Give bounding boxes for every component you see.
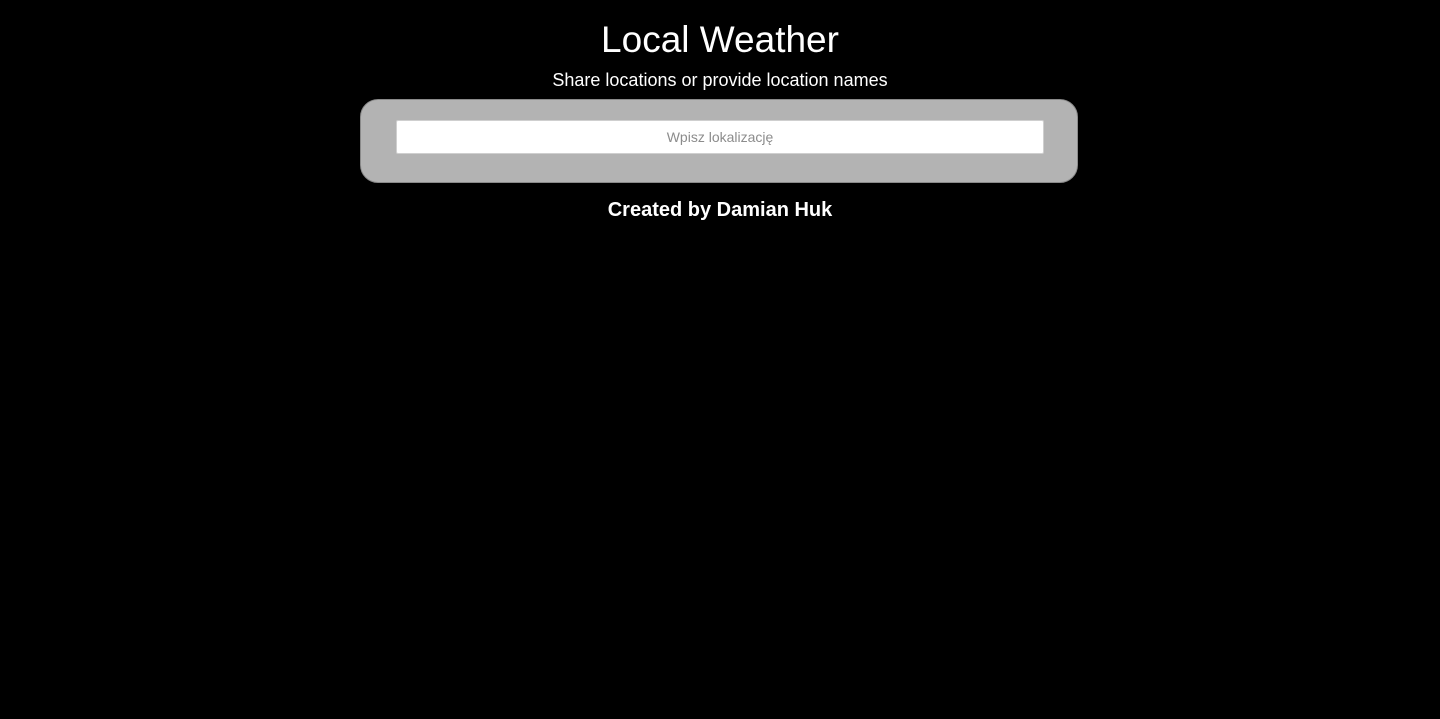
- page: Local Weather Share locations or provide…: [0, 0, 1440, 719]
- page-subtitle: Share locations or provide location name…: [552, 70, 888, 90]
- search-panel: [360, 99, 1078, 183]
- page-title: Local Weather: [601, 19, 839, 60]
- footer-credit: Created by Damian Huk: [607, 199, 833, 221]
- location-search-input[interactable]: [396, 120, 1044, 154]
